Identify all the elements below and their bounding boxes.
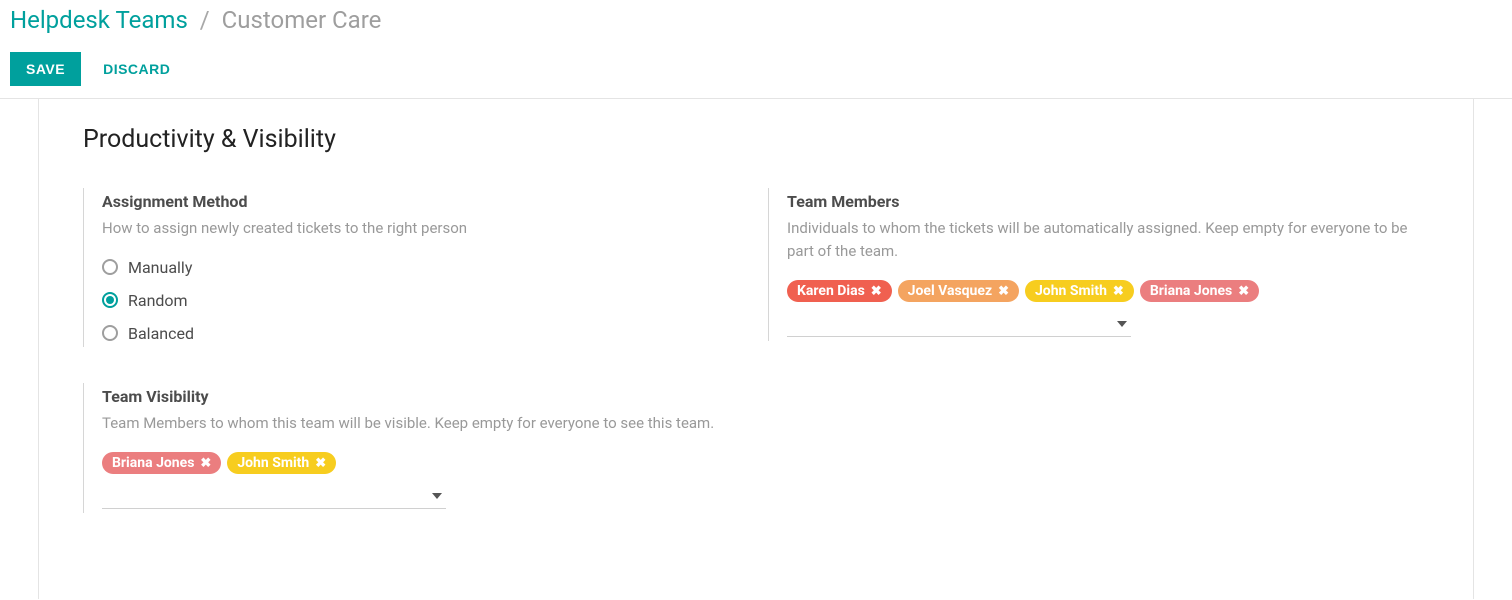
radio-label: Random <box>128 291 188 310</box>
radio-label: Balanced <box>128 324 194 343</box>
tag[interactable]: Joel Vasquez ✖ <box>898 280 1019 302</box>
tag-remove-icon[interactable]: ✖ <box>1238 285 1249 298</box>
assignment-method-radio-list: Manually Random Balanced <box>102 258 744 343</box>
tag-remove-icon[interactable]: ✖ <box>315 457 326 470</box>
tag-label: John Smith <box>1035 284 1107 298</box>
radio-label: Manually <box>128 258 192 277</box>
tag-remove-icon[interactable]: ✖ <box>1113 285 1124 298</box>
save-button[interactable]: SAVE <box>10 52 81 86</box>
team-members-title: Team Members <box>787 192 1429 211</box>
radio-circle-icon <box>102 259 118 275</box>
breadcrumb-root-link[interactable]: Helpdesk Teams <box>10 6 188 34</box>
tag-label: Briana Jones <box>1150 284 1232 298</box>
radio-option-manually[interactable]: Manually <box>102 258 744 277</box>
tag-label: Karen Dias <box>797 284 865 298</box>
team-visibility-desc: Team Members to whom this team will be v… <box>102 412 744 435</box>
team-members-group: Team Members Individuals to whom the tic… <box>768 188 1429 341</box>
radio-circle-icon <box>102 325 118 341</box>
breadcrumb: Helpdesk Teams / Customer Care <box>0 0 1512 34</box>
assignment-method-group: Assignment Method How to assign newly cr… <box>83 188 744 347</box>
tag-label: Briana Jones <box>112 456 194 470</box>
team-visibility-group: Team Visibility Team Members to whom thi… <box>83 383 744 514</box>
tag-remove-icon[interactable]: ✖ <box>998 285 1009 298</box>
dropdown-caret-icon[interactable] <box>432 493 442 499</box>
radio-option-balanced[interactable]: Balanced <box>102 324 744 343</box>
assignment-method-desc: How to assign newly created tickets to t… <box>102 217 744 240</box>
team-members-input[interactable] <box>787 312 1117 336</box>
team-visibility-title: Team Visibility <box>102 387 744 406</box>
team-visibility-tags: Briana Jones ✖ John Smith ✖ <box>102 452 744 474</box>
team-visibility-input[interactable] <box>102 484 432 508</box>
team-members-desc: Individuals to whom the tickets will be … <box>787 217 1429 262</box>
breadcrumb-current: Customer Care <box>222 6 382 34</box>
tag[interactable]: Briana Jones ✖ <box>102 452 221 474</box>
tag[interactable]: John Smith ✖ <box>227 452 336 474</box>
team-visibility-input-row[interactable] <box>102 484 446 509</box>
tag-remove-icon[interactable]: ✖ <box>871 285 882 298</box>
tag[interactable]: John Smith ✖ <box>1025 280 1134 302</box>
discard-button[interactable]: DISCARD <box>103 52 170 86</box>
toolbar: SAVE DISCARD <box>0 34 1512 98</box>
team-members-input-row[interactable] <box>787 312 1131 337</box>
section-title: Productivity & Visibility <box>83 125 1429 154</box>
tag-remove-icon[interactable]: ✖ <box>200 457 211 470</box>
team-members-tags: Karen Dias✖Joel Vasquez✖John Smith✖Brian… <box>787 280 1429 302</box>
form-sheet: Productivity & Visibility Assignment Met… <box>38 99 1474 599</box>
assignment-method-title: Assignment Method <box>102 192 744 211</box>
radio-circle-icon <box>102 292 118 308</box>
dropdown-caret-icon[interactable] <box>1117 321 1127 327</box>
breadcrumb-separator: / <box>200 6 210 34</box>
tag-label: John Smith <box>237 456 309 470</box>
tag-label: Joel Vasquez <box>908 284 992 298</box>
tag[interactable]: Karen Dias ✖ <box>787 280 892 302</box>
tag[interactable]: Briana Jones ✖ <box>1140 280 1259 302</box>
radio-option-random[interactable]: Random <box>102 291 744 310</box>
